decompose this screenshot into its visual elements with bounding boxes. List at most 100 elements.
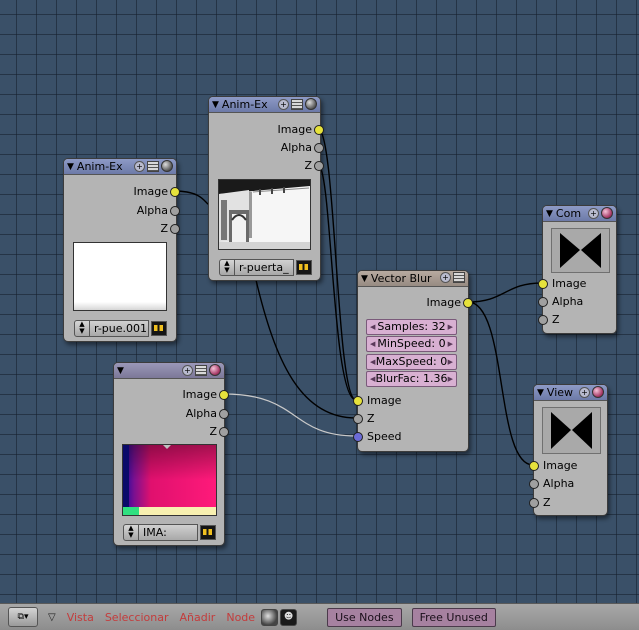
decrement-arrow-icon[interactable]: ◀ bbox=[370, 372, 375, 386]
image-selector[interactable]: ▲ ▼ IMA: bbox=[123, 524, 216, 541]
collapse-triangle-icon[interactable]: ▼ bbox=[537, 388, 544, 398]
blurfac-field[interactable]: ◀ BlurFac: 1.36 ▶ bbox=[366, 371, 457, 387]
menu-collapse-triangle-icon[interactable]: ▽ bbox=[48, 612, 56, 623]
render-sphere-icon[interactable] bbox=[161, 160, 173, 172]
image-selector[interactable]: ▲ ▼ r-pue.001 bbox=[74, 320, 167, 337]
increment-arrow-icon[interactable]: ▶ bbox=[448, 337, 453, 351]
node-header[interactable]: ▼ View + bbox=[534, 385, 607, 401]
image-browse-icon[interactable] bbox=[296, 260, 312, 275]
input-socket-z[interactable] bbox=[353, 414, 363, 424]
render-sphere-icon[interactable] bbox=[601, 207, 613, 219]
input-socket-image[interactable] bbox=[538, 279, 548, 289]
output-z-row: Z bbox=[209, 159, 312, 173]
preview-toggle-icon[interactable]: + bbox=[134, 160, 145, 172]
collapse-triangle-icon[interactable]: ▼ bbox=[361, 274, 368, 284]
output-socket-alpha[interactable] bbox=[170, 206, 180, 216]
output-image-row: Image bbox=[209, 123, 312, 137]
input-socket-image[interactable] bbox=[529, 461, 539, 471]
preview-toggle-icon[interactable]: + bbox=[182, 364, 193, 376]
output-socket-z[interactable] bbox=[219, 427, 229, 437]
socket-label: Z bbox=[209, 425, 217, 438]
anim-ex-node-left[interactable]: ▼ Anim-Ex + Image Alpha Z ▲ ▼ r-pue.001 bbox=[63, 158, 180, 342]
options-toggle-icon[interactable] bbox=[291, 98, 303, 110]
output-socket-alpha[interactable] bbox=[219, 409, 229, 419]
increment-arrow-icon[interactable]: ▶ bbox=[448, 355, 453, 369]
input-socket-z[interactable] bbox=[538, 315, 548, 325]
input-socket-z[interactable] bbox=[529, 498, 539, 508]
node-header[interactable]: ▼ Com + bbox=[543, 206, 616, 222]
browse-arrows-icon[interactable]: ▲ ▼ bbox=[219, 259, 235, 276]
image-browse-icon[interactable] bbox=[200, 525, 216, 540]
menu-anadir[interactable]: Añadir bbox=[180, 611, 216, 624]
render-sphere-icon[interactable] bbox=[592, 386, 604, 398]
output-image-row: Image bbox=[358, 296, 461, 310]
image-name-field[interactable]: r-puerta_ bbox=[235, 259, 294, 276]
node-header[interactable]: ▼ + bbox=[114, 363, 224, 379]
preview-toggle-icon[interactable]: + bbox=[440, 272, 451, 283]
increment-arrow-icon[interactable]: ▶ bbox=[448, 320, 453, 334]
node-header[interactable]: ▼ Anim-Ex + bbox=[64, 159, 176, 175]
image-selector[interactable]: ▲ ▼ r-puerta_ bbox=[219, 259, 312, 276]
output-socket-z[interactable] bbox=[170, 224, 180, 234]
image-name-field[interactable]: IMA: bbox=[139, 524, 198, 541]
link-image-to-vectorblur-speed bbox=[223, 393, 357, 437]
viewer-node[interactable]: ▼ View + Image Alpha Z bbox=[529, 384, 608, 516]
collapse-triangle-icon[interactable]: ▼ bbox=[67, 162, 74, 172]
composite-node[interactable]: ▼ Com + Image Alpha Z bbox=[538, 205, 617, 334]
collapse-triangle-icon[interactable]: ▼ bbox=[117, 366, 124, 376]
render-sphere-icon[interactable] bbox=[305, 98, 317, 110]
maxspeed-field[interactable]: ◀ MaxSpeed: 0 ▶ bbox=[366, 354, 457, 370]
input-socket-alpha[interactable] bbox=[529, 479, 539, 489]
socket-label: Z bbox=[552, 313, 560, 326]
menu-vista[interactable]: Vista bbox=[67, 611, 94, 624]
output-socket-image[interactable] bbox=[314, 125, 324, 135]
image-browse-icon[interactable] bbox=[151, 321, 167, 336]
node-header[interactable]: ▼ Vector Blur + bbox=[358, 271, 468, 287]
output-socket-image[interactable] bbox=[170, 187, 180, 197]
output-socket-alpha[interactable] bbox=[314, 143, 324, 153]
render-sphere-icon[interactable] bbox=[209, 364, 221, 376]
output-image-row: Image bbox=[114, 388, 217, 402]
composite-mode-icon[interactable]: ☻ bbox=[280, 608, 298, 626]
collapse-triangle-icon[interactable]: ▼ bbox=[546, 209, 553, 219]
use-nodes-button[interactable]: Use Nodes bbox=[327, 607, 402, 627]
editor-type-selector[interactable]: ⧉▾ bbox=[8, 607, 38, 627]
decrement-arrow-icon[interactable]: ◀ bbox=[370, 320, 375, 334]
input-socket-speed[interactable] bbox=[353, 432, 363, 442]
input-socket-image[interactable] bbox=[353, 396, 363, 406]
input-socket-alpha[interactable] bbox=[538, 297, 548, 307]
output-socket-z[interactable] bbox=[314, 161, 324, 171]
material-sphere-icon[interactable] bbox=[261, 608, 279, 626]
collapse-triangle-icon[interactable]: ▼ bbox=[212, 100, 219, 110]
options-toggle-icon[interactable] bbox=[147, 160, 159, 172]
browse-arrows-icon[interactable]: ▲ ▼ bbox=[74, 320, 90, 337]
free-unused-button[interactable]: Free Unused bbox=[411, 607, 496, 627]
samples-field[interactable]: ◀ Samples: 32 ▶ bbox=[366, 319, 457, 335]
output-socket-image[interactable] bbox=[219, 390, 229, 400]
node-header[interactable]: ▼ Anim-Ex + bbox=[209, 97, 320, 113]
vector-blur-node[interactable]: ▼ Vector Blur + Image ◀ Samples: 32 ▶ ◀ Min… bbox=[353, 270, 473, 452]
node-editor-canvas[interactable]: ▼ Anim-Ex + Image Alpha Z ▲ ▼ r-pue.001 ▼… bbox=[0, 0, 639, 603]
link-animex2-image-to-vectorblur-image bbox=[317, 128, 357, 401]
socket-label: Alpha bbox=[543, 477, 575, 490]
output-socket-image[interactable] bbox=[463, 298, 473, 308]
preview-placeholder bbox=[542, 407, 601, 454]
image-name-field[interactable]: r-pue.001 bbox=[90, 320, 149, 337]
increment-arrow-icon[interactable]: ▶ bbox=[448, 372, 453, 386]
options-toggle-icon[interactable] bbox=[453, 272, 465, 283]
menu-node[interactable]: Node bbox=[226, 611, 255, 624]
decrement-arrow-icon[interactable]: ◀ bbox=[370, 355, 375, 369]
options-toggle-icon[interactable] bbox=[195, 364, 207, 376]
socket-label: Z bbox=[160, 222, 168, 235]
preview-toggle-icon[interactable]: + bbox=[588, 207, 599, 219]
preview-toggle-icon[interactable]: + bbox=[278, 98, 289, 110]
anim-ex-node-top[interactable]: ▼ Anim-Ex + Image Alpha Z ▲ ▼ r-puerta_ bbox=[208, 96, 324, 281]
input-speed-row: Speed bbox=[367, 430, 401, 444]
image-node[interactable]: ▼ + Image Alpha Z ▲ ▼ IMA: bbox=[113, 362, 229, 546]
menu-seleccionar[interactable]: Seleccionar bbox=[105, 611, 169, 624]
decrement-arrow-icon[interactable]: ◀ bbox=[370, 337, 375, 351]
minspeed-field[interactable]: ◀ MinSpeed: 0 ▶ bbox=[366, 336, 457, 352]
preview-toggle-icon[interactable]: + bbox=[579, 386, 590, 398]
browse-arrows-icon[interactable]: ▲ ▼ bbox=[123, 524, 139, 541]
socket-label: Image bbox=[182, 388, 217, 401]
